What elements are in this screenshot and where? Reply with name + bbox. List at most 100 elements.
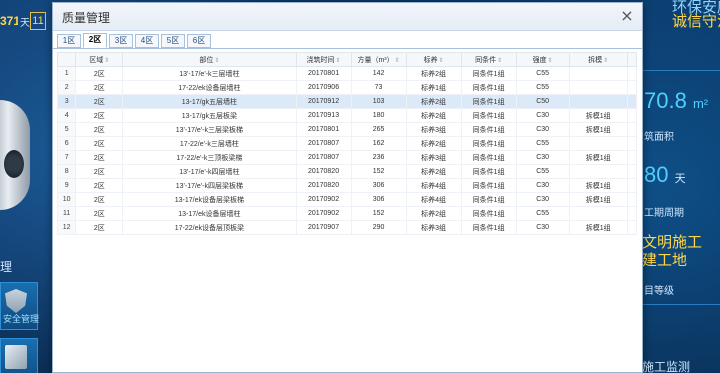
area-unit: m² [692,96,709,111]
column-header[interactable]: 同条件⇕ [460,52,517,67]
table-cell: 同条件1组 [460,178,517,193]
table-row[interactable]: 9 2区 13'-17/e'-k四层梁板梯 20170820 306 标养4组 同条件1组 C… [56,178,638,193]
table-cell: 20170906 [295,80,352,95]
table-cell: 17-22/e'-k三层墙柱 [122,136,297,151]
table-row[interactable]: 11 2区 13-17/ek设备层墙柱 20170902 152 标养2组 同条件1组 C55 [56,206,638,221]
table-row[interactable]: 10 2区 13-17/ek设备层梁板梯 20170902 306 标养4组 同条件1组 C3… [56,192,638,207]
safety-tile-caption: 安全管理 [3,314,40,324]
table-cell: 20170820 [295,178,352,193]
table-cell: C30 [515,122,570,137]
tab-zone[interactable]: 2区 [83,33,107,48]
table-cell [568,80,628,95]
table-cell: 13'-17/e'-k四层梁板梯 [122,178,297,193]
tab-zone[interactable]: 4区 [135,34,159,48]
row-pad [626,80,638,95]
table-body: 1 2区 13'-17/e'-k三层墙柱 20170801 142 标养2组 同条件1组 C5… [56,66,638,235]
table-cell: 拆模1组 [568,108,628,123]
data-grid: 区域⇕ 部位⇕ 浇筑时间⇕ 方量（m³）⇕ 标养⇕ 同条件⇕ 强度⇕ 拆模⇕ 1 2区 13'-1… [56,52,638,235]
table-cell: C55 [515,164,570,179]
table-cell: 2区 [75,80,124,95]
table-row[interactable]: 2 2区 17-22/ek设备层墙柱 20170906 73 标养1组 同条件1组 C55 [56,80,638,95]
table-cell: 同条件1组 [460,66,517,81]
row-number: 10 [56,192,77,207]
table-cell: 2区 [75,192,124,207]
area-number: 70.8 [644,88,687,113]
table-cell: 标养2组 [405,206,462,221]
table-cell [568,206,628,221]
column-header-label: 标养 [423,56,438,64]
table-cell: C30 [515,220,570,235]
table-cell: 标养2组 [405,108,462,123]
table-cell: 20170902 [295,206,352,221]
row-pad [626,206,638,221]
row-number: 7 [56,150,77,165]
table-cell: 标养1组 [405,80,462,95]
civilized-construction: 文明施工 建工地 [642,234,703,269]
day-box: 11 [30,12,46,30]
column-header-label: 同条件 [475,56,497,64]
table-cell: 同条件1组 [460,108,517,123]
tab-zone[interactable]: 3区 [109,34,133,48]
table-cell: 标养4组 [405,192,462,207]
row-pad [626,178,638,193]
table-cell: 标养2组 [405,94,462,109]
row-number: 6 [56,136,77,151]
row-number: 9 [56,178,77,193]
table-cell: 2区 [75,66,124,81]
left-section-label: 理 [0,260,13,274]
table-cell: 306 [350,192,407,207]
table-cell: 20170912 [295,94,352,109]
table-cell: 标养2组 [405,66,462,81]
table-row[interactable]: 7 2区 17-22/e'-k三顶板梁梯 20170807 236 标养3组 同条件1组 C3… [56,150,638,165]
day-unit: 天 [20,18,30,29]
column-header[interactable]: 区域⇕ [75,52,124,67]
table-cell: 17-22/ek设备层墙柱 [122,80,297,95]
column-header[interactable]: 强度⇕ [515,52,570,67]
table-row[interactable]: 5 2区 13'-17/e'-k三层梁板梯 20170801 265 标养3组 同条件1组 C… [56,122,638,137]
table-cell: C30 [515,150,570,165]
table-cell: 拆模1组 [568,178,628,193]
tab-zone[interactable]: 5区 [161,34,185,48]
row-number: 2 [56,80,77,95]
row-pad [626,94,638,109]
column-header-label: 强度 [532,56,547,64]
table-cell: 103 [350,94,407,109]
table-cell: 20170807 [295,150,352,165]
table-cell: 265 [350,122,407,137]
table-row[interactable]: 1 2区 13'-17/e'-k三层墙柱 20170801 142 标养2组 同条件1组 C5… [56,66,638,81]
table-cell: C30 [515,178,570,193]
document-tile[interactable] [0,338,38,373]
quality-management-dialog: 质量管理 × 1区 2区 3区 4区 5区 6区 区域⇕ 部位⇕ 浇筑时间⇕ 方量（m³）⇕ 标养… [52,2,643,373]
table-cell: 同条件1组 [460,164,517,179]
divider [642,304,720,305]
column-header[interactable]: 浇筑时间⇕ [295,52,352,67]
table-row[interactable]: 12 2区 17-22/ek设备层顶板梁 20170907 290 标养3组 同条件1组 C3… [56,220,638,235]
row-pad [626,108,638,123]
close-icon[interactable]: × [618,7,636,25]
column-header-label: 方量（m³） [357,56,394,64]
table-row[interactable]: 3 2区 13-17/gk五层墙柱 20170912 103 标养2组 同条件1组 C50 [56,94,638,109]
grade-caption: 目等级 [644,286,674,297]
column-header-label: 拆模 [588,56,603,64]
row-number: 8 [56,164,77,179]
column-header[interactable]: 部位⇕ [122,52,297,67]
table-cell: 同条件1组 [460,220,517,235]
column-header[interactable]: 拆模⇕ [568,52,628,67]
table-header-row: 区域⇕ 部位⇕ 浇筑时间⇕ 方量（m³）⇕ 标养⇕ 同条件⇕ 强度⇕ 拆模⇕ [56,52,638,67]
table-row[interactable]: 4 2区 13-17/gk五层板梁 20170913 180 标养2组 同条件1组 C30 拆模… [56,108,638,123]
table-cell: 13'-17/e'-k四层墙柱 [122,164,297,179]
column-header[interactable]: 方量（m³）⇕ [350,52,407,67]
table-cell: 同条件1组 [460,94,517,109]
dialog-title: 质量管理 [62,11,111,25]
safety-tile[interactable]: 安全管理 [0,282,40,330]
sort-icon: ⇕ [547,57,553,64]
tab-zone[interactable]: 1区 [57,34,81,48]
right-slogan-2: 诚信守法 [672,13,720,30]
column-header[interactable]: 标养⇕ [405,52,462,67]
table-cell: 162 [350,136,407,151]
table-cell: 152 [350,206,407,221]
table-row[interactable]: 8 2区 13'-17/e'-k四层墙柱 20170820 152 标养2组 同条件1组 C5… [56,164,638,179]
tab-zone[interactable]: 6区 [187,34,211,48]
table-row[interactable]: 6 2区 17-22/e'-k三层墙柱 20170807 162 标养2组 同条件1组 C55 [56,136,638,151]
table-cell: 13'-17/e'-k三层梁板梯 [122,122,297,137]
